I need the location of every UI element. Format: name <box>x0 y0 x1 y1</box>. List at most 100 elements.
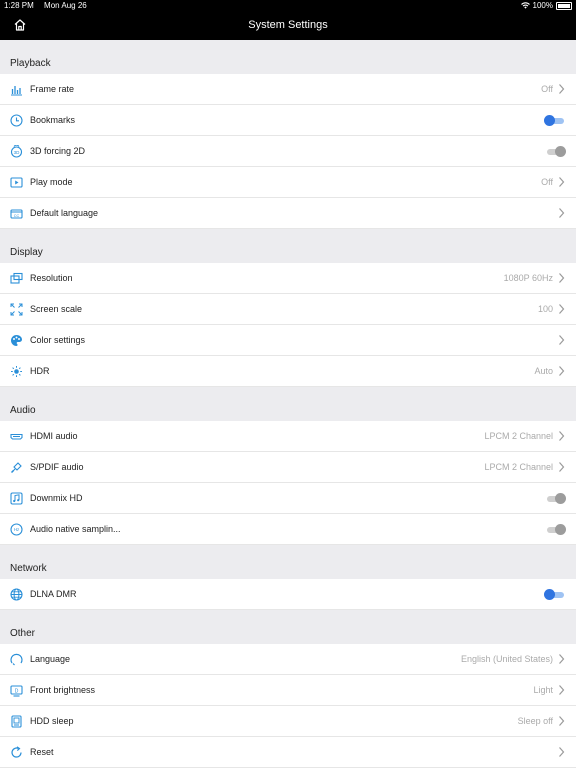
settings-row-hdmi-audio[interactable]: HDMI audio LPCM 2 Channel <box>0 421 576 452</box>
hdmi-icon <box>10 433 23 440</box>
status-bar: 1:28 PM Mon Aug 26 100% <box>0 0 576 11</box>
chevron-right-icon <box>559 335 565 345</box>
equalizer-icon <box>11 86 22 96</box>
chevron-right-icon <box>559 84 565 94</box>
section-header-network: Network <box>0 545 576 579</box>
row-value: Sleep off <box>517 716 553 726</box>
settings-row-dlna-dmr[interactable]: DLNA DMR <box>0 579 576 610</box>
settings-row-language[interactable]: Language English (United States) <box>0 644 576 675</box>
toggle-knob <box>555 524 566 535</box>
settings-row-reset[interactable]: Reset <box>0 737 576 768</box>
settings-row-play-mode[interactable]: Play mode Off <box>0 167 576 198</box>
settings-list: Playback Frame rate Off Bookmarks 3D 3D forci… <box>0 40 576 768</box>
toggle-switch[interactable] <box>544 115 566 126</box>
nav-bar: System Settings <box>0 11 576 40</box>
settings-row-frame-rate[interactable]: Frame rate Off <box>0 74 576 105</box>
resolution-icon <box>10 272 23 284</box>
page-title: System Settings <box>248 19 328 31</box>
row-label: Downmix HD <box>30 493 83 503</box>
row-value: English (United States) <box>460 654 553 664</box>
toggle-knob <box>555 146 566 157</box>
row-label: Reset <box>30 747 54 757</box>
settings-row-hdr[interactable]: HDR Auto <box>0 356 576 387</box>
chevron-right-icon <box>559 654 565 664</box>
row-label: Color settings <box>30 335 86 345</box>
row-label: HDMI audio <box>30 431 78 441</box>
toggle-knob <box>544 115 555 126</box>
settings-row-default-language[interactable]: CC Default language <box>0 198 576 229</box>
svg-text:CC: CC <box>14 214 20 218</box>
chevron-right-icon <box>559 273 565 283</box>
chevron-right-icon <box>559 208 565 218</box>
settings-row-3d-forcing-2d[interactable]: 3D 3D forcing 2D <box>0 136 576 167</box>
chevron-right-icon <box>559 177 565 187</box>
palette-icon <box>11 335 22 346</box>
chevron-right-icon <box>559 304 565 314</box>
row-label: DLNA DMR <box>30 589 77 599</box>
row-label: Bookmarks <box>30 115 76 125</box>
toggle-switch[interactable] <box>544 493 566 504</box>
row-label: Resolution <box>30 273 73 283</box>
toggle-knob <box>544 589 555 600</box>
toggle-switch[interactable] <box>544 524 566 535</box>
chevron-right-icon <box>559 366 565 376</box>
settings-row-resolution[interactable]: Resolution 1080P 60Hz <box>0 263 576 294</box>
row-value: Auto <box>534 366 553 376</box>
3d-icon: 3D <box>10 145 23 158</box>
brightness-icon: D <box>10 685 23 697</box>
row-value: Light <box>533 685 553 695</box>
row-value: Off <box>541 84 553 94</box>
row-value: LPCM 2 Channel <box>484 462 553 472</box>
chevron-right-icon <box>559 431 565 441</box>
row-value: 100 <box>537 304 553 314</box>
scale-icon <box>10 303 23 316</box>
svg-text:D: D <box>15 688 19 694</box>
section-title: Playback <box>10 58 51 69</box>
settings-row-front-brightness[interactable]: D Front brightness Light <box>0 675 576 706</box>
chevron-right-icon <box>559 716 565 726</box>
battery-icon <box>556 1 572 10</box>
play-icon <box>10 177 23 188</box>
row-label: Default language <box>30 208 99 218</box>
row-label: S/PDIF audio <box>30 462 84 472</box>
settings-row-audio-native-samplin[interactable]: Hz Audio native samplin... <box>0 514 576 545</box>
settings-row-color-settings[interactable]: Color settings <box>0 325 576 356</box>
chevron-right-icon <box>559 462 565 472</box>
row-label: Play mode <box>30 177 73 187</box>
section-title: Network <box>10 563 47 574</box>
settings-row-s-pdif-audio[interactable]: S/PDIF audio LPCM 2 Channel <box>0 452 576 483</box>
svg-text:3D: 3D <box>14 150 21 155</box>
settings-row-downmix-hd[interactable]: Downmix HD <box>0 483 576 514</box>
row-value: LPCM 2 Channel <box>484 431 553 441</box>
section-title: Audio <box>10 405 36 416</box>
wifi-icon <box>520 2 530 9</box>
row-label: Language <box>30 654 71 664</box>
section-title: Display <box>10 247 43 258</box>
toggle-switch[interactable] <box>544 146 566 157</box>
row-value: 1080P 60Hz <box>503 273 553 283</box>
toggle-switch[interactable] <box>544 589 566 600</box>
reset-icon <box>11 746 22 758</box>
chevron-right-icon <box>559 747 565 757</box>
subtitle-icon: CC <box>10 209 23 219</box>
row-label: HDD sleep <box>30 716 74 726</box>
section-header-playback: Playback <box>0 40 576 74</box>
row-label: Frame rate <box>30 84 75 94</box>
row-label: Audio native samplin... <box>30 524 121 534</box>
svg-text:Hz: Hz <box>14 527 19 532</box>
status-time: 1:28 PM <box>4 1 34 10</box>
battery-percent: 100% <box>532 1 553 10</box>
language-icon <box>10 653 23 666</box>
settings-row-screen-scale[interactable]: Screen scale 100 <box>0 294 576 325</box>
settings-row-hdd-sleep[interactable]: HDD sleep Sleep off <box>0 706 576 737</box>
section-header-display: Display <box>0 229 576 263</box>
row-label: Front brightness <box>30 685 96 695</box>
music-icon <box>10 492 23 505</box>
settings-row-bookmarks[interactable]: Bookmarks <box>0 105 576 136</box>
chevron-right-icon <box>559 685 565 695</box>
toggle-knob <box>555 493 566 504</box>
sampling-icon: Hz <box>10 523 23 536</box>
clock-icon <box>10 114 23 127</box>
section-header-audio: Audio <box>0 387 576 421</box>
section-title: Other <box>10 628 36 639</box>
